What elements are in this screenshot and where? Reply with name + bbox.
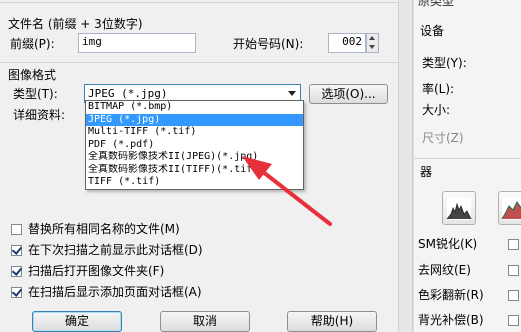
panel-option-sharpen: SM锐化(K) [418,237,478,251]
panel-option-color-restore: 色彩翻新(R) [418,288,484,302]
replace-same-name-checkbox[interactable] [11,224,22,235]
panel-backlight-checkbox[interactable] [508,315,519,326]
histogram-button[interactable] [442,191,476,225]
tone-curve-button[interactable] [498,191,521,225]
file-save-settings-dialog: 文件名 (前缀 + 3位数字) 前缀(P): img 开始号码(N): 002 … [0,0,413,332]
show-add-page-checkbox[interactable] [11,287,22,298]
panel-descreen-checkbox[interactable] [508,265,519,276]
panel-size-label: 大小: [422,103,451,117]
panel-dimension-label: 尺寸(Z) [422,131,464,145]
show-before-scan-label: 在下次扫描之前显示此对话框(D) [28,243,203,257]
open-folder-checkbox[interactable] [11,266,22,277]
panel-separator [414,158,521,159]
panel-option-backlight: 背光补偿(B) [418,313,484,327]
panel-type-label: 类型(Y): [422,56,467,70]
dialog-edge-strip [398,0,412,332]
panel-filter-header: 器 [420,165,433,179]
open-folder-label: 扫描后打开图像文件夹(F) [28,264,165,278]
show-before-scan-checkbox[interactable] [11,245,22,256]
show-add-page-label: 在扫描后显示添加页面对话框(A) [28,285,202,299]
color-histogram-icon [501,198,521,220]
panel-sharpen-checkbox[interactable] [508,239,519,250]
cancel-button[interactable]: 取消 [160,311,250,332]
annotation-arrow-icon [242,156,332,226]
panel-top-text: 原类型 [418,0,455,8]
ok-button[interactable]: 确定 [32,311,122,332]
scanner-settings-panel: 原类型 设备 类型(Y): 率(L): 大小: 尺寸(Z) 器 SM锐化(K) … [413,0,521,332]
histogram-icon [446,198,472,220]
panel-rate-label: 率(L): [422,82,455,96]
panel-section-title: 设备 [420,24,445,38]
help-button[interactable]: 帮助(H) [287,311,377,332]
panel-option-descreen: 去网纹(E) [418,263,471,277]
panel-color-restore-checkbox[interactable] [508,290,519,301]
replace-same-name-label: 替换所有相同名称的文件(M) [28,222,180,236]
